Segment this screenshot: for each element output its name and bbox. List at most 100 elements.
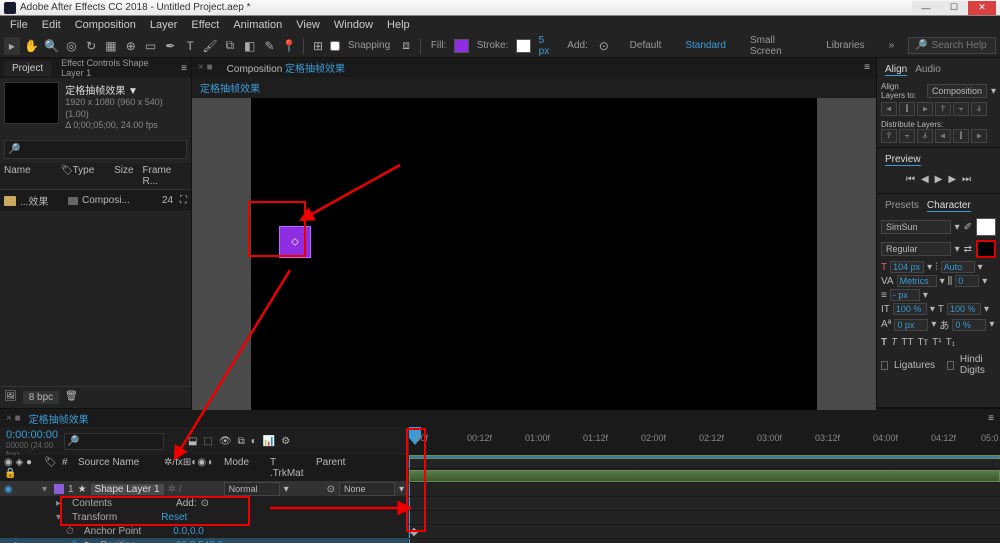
menu-layer[interactable]: Layer bbox=[144, 17, 184, 33]
col-trkmat[interactable]: T .TrkMat bbox=[270, 457, 310, 479]
zoom-tool[interactable]: 🔍 bbox=[44, 37, 60, 55]
comp-name[interactable]: 定格抽帧效果 ▼ bbox=[65, 82, 187, 97]
tsume[interactable]: 0 % bbox=[952, 319, 986, 331]
prev-frame-icon[interactable]: ◀ bbox=[921, 174, 929, 185]
stopwatch-icon[interactable]: ⏱ bbox=[66, 526, 76, 537]
rotate-tool[interactable]: ↻ bbox=[83, 37, 99, 55]
workspace-more-icon[interactable]: » bbox=[879, 38, 905, 53]
dist-bottom-icon[interactable]: ⫰ bbox=[917, 129, 933, 143]
layer-row[interactable]: ◉ ▾ 1 ★ Shape Layer 1 ✲ / Normal ▾ ⊙ Non… bbox=[0, 482, 408, 496]
hindi-checkbox[interactable] bbox=[947, 361, 954, 370]
snap-icon[interactable]: ⊞ bbox=[310, 37, 326, 55]
dist-top-icon[interactable]: ⫯ bbox=[881, 129, 897, 143]
play-icon[interactable]: ▶ bbox=[935, 174, 943, 185]
interpret-icon[interactable]: 🖼 bbox=[4, 391, 17, 404]
pan-behind-tool[interactable]: ⊕ bbox=[123, 37, 139, 55]
orbit-tool[interactable]: ◎ bbox=[63, 37, 79, 55]
subscript-icon[interactable]: T₁ bbox=[946, 337, 955, 348]
kerning[interactable]: Metrics bbox=[897, 275, 937, 287]
current-time[interactable]: 0:00:00:00 bbox=[6, 429, 54, 441]
clone-tool[interactable]: ⧉ bbox=[222, 37, 238, 55]
maximize-button[interactable]: ☐ bbox=[940, 1, 968, 15]
align-left-icon[interactable]: ⫷ bbox=[881, 102, 897, 116]
stopwatch-icon[interactable]: ⏱ bbox=[70, 540, 80, 543]
menu-window[interactable]: Window bbox=[328, 17, 379, 33]
dist-left-icon[interactable]: ⫷ bbox=[935, 129, 951, 143]
hand-tool[interactable]: ✋ bbox=[24, 37, 40, 55]
align-to-select[interactable]: Composition bbox=[927, 84, 987, 98]
blend-mode[interactable]: Normal bbox=[224, 482, 280, 496]
col-type[interactable]: Type bbox=[73, 165, 115, 187]
col-tag-icon[interactable]: 🏷 bbox=[61, 165, 73, 187]
smallcaps-icon[interactable]: Tᴛ bbox=[917, 337, 928, 348]
first-frame-icon[interactable]: ⏮ bbox=[906, 174, 915, 185]
next-frame-icon[interactable]: ▶ bbox=[948, 174, 956, 185]
vscale[interactable]: 100 % bbox=[893, 303, 927, 315]
position-value[interactable]: 96.0,540.0 bbox=[176, 540, 223, 543]
tab-effect-controls[interactable]: Effect Controls Shape Layer 1 bbox=[53, 56, 177, 80]
roto-tool[interactable]: ✎ bbox=[262, 37, 278, 55]
hscale[interactable]: 100 % bbox=[947, 303, 981, 315]
fill-swatch[interactable] bbox=[454, 39, 468, 53]
stroke-w[interactable]: - px bbox=[890, 289, 920, 301]
type-tool[interactable]: T bbox=[182, 37, 198, 55]
panel-menu-icon[interactable]: ≡ bbox=[181, 63, 187, 74]
panel-menu-icon[interactable]: ≡ bbox=[864, 62, 870, 73]
add-menu-icon[interactable]: ⊙ bbox=[596, 37, 612, 55]
layer-label-swatch[interactable] bbox=[54, 484, 64, 494]
last-frame-icon[interactable]: ⏭ bbox=[962, 174, 971, 185]
menu-edit[interactable]: Edit bbox=[36, 17, 67, 33]
selection-tool[interactable]: ▸ bbox=[4, 37, 20, 55]
dist-vcenter-icon[interactable]: ⫟ bbox=[899, 129, 915, 143]
comp-thumbnail[interactable] bbox=[4, 82, 59, 124]
timeline-comp-name[interactable]: 定格抽帧效果 bbox=[29, 411, 89, 426]
font-select[interactable]: SimSun bbox=[881, 220, 951, 234]
ligatures-checkbox[interactable] bbox=[881, 361, 888, 370]
workspace-default[interactable]: Default bbox=[620, 38, 672, 53]
align-vcenter-icon[interactable]: ⫟ bbox=[953, 102, 969, 116]
bpc-button[interactable]: 8 bpc bbox=[23, 391, 59, 404]
menu-file[interactable]: File bbox=[4, 17, 34, 33]
fill-color-swatch[interactable] bbox=[976, 218, 996, 236]
workspace-standard[interactable]: Standard bbox=[675, 38, 736, 53]
stroke-width[interactable]: 5 px bbox=[539, 35, 556, 57]
pen-tool[interactable]: ✒ bbox=[163, 37, 179, 55]
tab-character[interactable]: Character bbox=[927, 200, 971, 212]
parent-select[interactable]: None bbox=[339, 482, 395, 496]
align-hcenter-icon[interactable]: ⫿ bbox=[899, 102, 915, 116]
col-source[interactable]: Source Name bbox=[78, 457, 158, 479]
work-area-bar[interactable] bbox=[409, 455, 1000, 459]
position-row[interactable]: ◂ ◆ ▸ ⏱ ⊵ Position 96.0,540.0 bbox=[0, 538, 408, 543]
col-parent[interactable]: Parent bbox=[316, 457, 345, 479]
workspace-small[interactable]: Small Screen bbox=[740, 33, 812, 59]
comp-breadcrumb[interactable]: 定格抽帧效果 bbox=[192, 77, 876, 98]
tracking[interactable]: 0 bbox=[955, 275, 979, 287]
col-size[interactable]: Size bbox=[114, 165, 142, 187]
project-row[interactable]: ...效果 Composi... 24 ⛶ bbox=[0, 190, 191, 211]
project-search[interactable]: 🔎 bbox=[4, 140, 187, 159]
search-help[interactable]: 🔎 Search Help bbox=[908, 37, 996, 54]
tab-audio[interactable]: Audio bbox=[915, 64, 941, 76]
col-framerate[interactable]: Frame R... bbox=[142, 165, 187, 187]
parent-pick-icon[interactable]: ⊙ bbox=[327, 484, 335, 495]
trash-icon[interactable]: 🗑 bbox=[65, 391, 78, 404]
layer-bar[interactable] bbox=[409, 470, 1000, 482]
tab-preview[interactable]: Preview bbox=[885, 154, 921, 166]
brush-tool[interactable]: 🖌 bbox=[202, 37, 218, 55]
workspace-libraries[interactable]: Libraries bbox=[816, 38, 874, 53]
canvas[interactable] bbox=[251, 98, 817, 410]
tab-project[interactable]: Project bbox=[4, 61, 51, 76]
menu-view[interactable]: View bbox=[290, 17, 326, 33]
stroke-swatch[interactable] bbox=[516, 39, 530, 53]
close-button[interactable]: ✕ bbox=[968, 1, 996, 15]
camera-tool[interactable]: ▦ bbox=[103, 37, 119, 55]
menu-effect[interactable]: Effect bbox=[185, 17, 225, 33]
style-select[interactable]: Regular bbox=[881, 242, 951, 256]
time-ruler[interactable]: :00f 00:12f 01:00f 01:12f 02:00f 02:12f … bbox=[408, 427, 1000, 455]
puppet-tool[interactable]: 📍 bbox=[281, 37, 297, 55]
align-right-icon[interactable]: ⫸ bbox=[917, 102, 933, 116]
panel-menu-icon[interactable]: ≡ bbox=[988, 413, 994, 424]
col-name[interactable]: Name bbox=[4, 165, 61, 187]
menu-composition[interactable]: Composition bbox=[69, 17, 142, 33]
dist-hcenter-icon[interactable]: ⫿ bbox=[953, 129, 969, 143]
